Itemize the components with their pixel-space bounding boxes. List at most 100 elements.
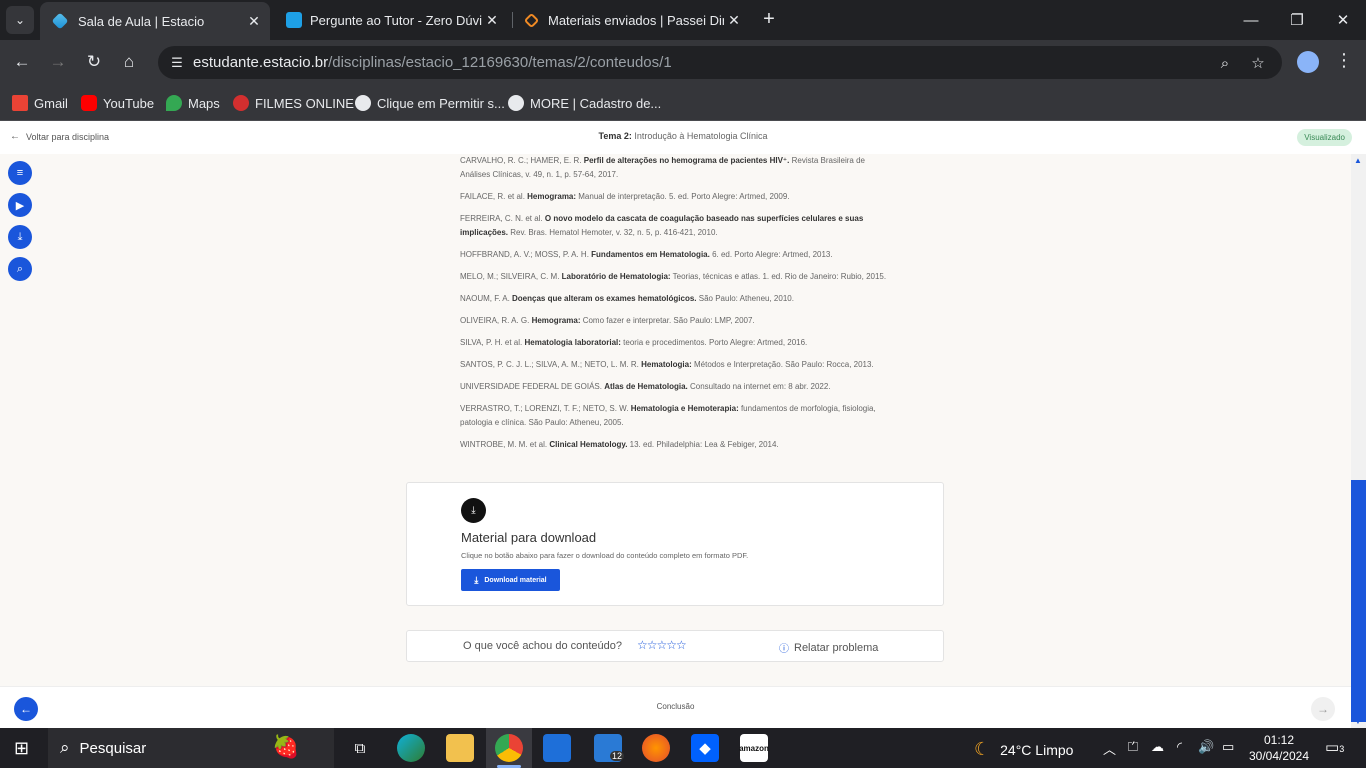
edge-icon[interactable] (397, 734, 425, 762)
reference-item: HOFFBRAND, A. V.; MOSS, P. A. H. Fundame… (460, 250, 833, 259)
reference-item: FAILACE, R. et al. Hemograma: Manual de … (460, 192, 790, 201)
scrollbar-thumb[interactable] (1351, 480, 1366, 722)
dropbox-icon[interactable]: ◆ (691, 734, 719, 762)
download-material-button[interactable]: ⤓ Download material (461, 569, 560, 591)
menu-icon[interactable]: ⋮ (1332, 50, 1356, 74)
notifications-icon[interactable]: ▭3 (1325, 738, 1344, 756)
reference-item: NAOUM, F. A. Doenças que alteram os exam… (460, 294, 794, 303)
tab-bar: ⌄ Sala de Aula | Estacio ✕ Pergunte ao T… (0, 0, 1366, 40)
restore-icon[interactable]: ❐ (1274, 0, 1320, 40)
download-card: ⤓ Material para download Clique no botão… (406, 482, 944, 606)
download-icon: ⤓ (474, 574, 479, 585)
store-icon[interactable] (543, 734, 571, 762)
usb-icon[interactable]: ⏍ (1128, 739, 1138, 755)
onedrive-icon[interactable]: ☁ (1151, 739, 1164, 755)
chevron-up-icon[interactable]: ︿ (1103, 739, 1116, 758)
firefox-icon[interactable] (642, 734, 670, 762)
windows-taskbar: ⊞ ⌕ Pesquisar 🍓 ⧉ 12 ◆ amazon ☾ 24°C Lim… (0, 728, 1366, 768)
strawberry-icon: 🍓 (272, 734, 300, 759)
scroll-up-icon[interactable]: ▲ (1354, 156, 1362, 165)
tab-search-button[interactable]: ⌄ (6, 6, 34, 34)
taskbar-clock[interactable]: 01:12 30/04/2024 (1247, 732, 1311, 764)
search-icon: ⌕ (16, 262, 24, 275)
site-info-icon[interactable]: ☰ (166, 52, 188, 74)
content-footer: ← Conclusão → (0, 686, 1351, 728)
references-list: CARVALHO, R. C.; HAMER, E. R. Perfil de … (460, 154, 890, 460)
tab-passei-direto[interactable]: Materiais enviados | Passei Dire ✕ (512, 0, 750, 40)
notif-count: 3 (1339, 744, 1345, 754)
reference-item: SILVA, P. H. et al. Hematologia laborato… (460, 338, 808, 347)
menu-list-button[interactable]: ≡ (8, 161, 32, 185)
moon-icon: ☾ (974, 739, 991, 759)
report-problem-link[interactable]: ⓘ Relatar problema (779, 640, 878, 656)
back-icon[interactable]: ← (8, 48, 36, 76)
minimize-icon[interactable]: — (1228, 0, 1274, 40)
tab-title: Sala de Aula | Estacio (78, 13, 205, 29)
forward-icon[interactable]: → (44, 48, 72, 76)
list-icon: ≡ (16, 167, 24, 179)
file-explorer-icon[interactable] (446, 734, 474, 762)
youtube-icon (81, 95, 97, 111)
status-badge: Visualizado (1297, 129, 1352, 146)
download-title: Material para download (461, 530, 597, 545)
home-icon[interactable]: ⌂ (115, 48, 143, 76)
next-button[interactable]: → (1311, 697, 1335, 721)
address-bar[interactable]: ☰ estudante.estacio.br/disciplinas/estac… (158, 46, 1282, 79)
windows-start-icon[interactable]: ⊞ (14, 738, 34, 758)
info-icon: ⓘ (779, 644, 789, 655)
rating-question: O que você achou do conteúdo? (463, 640, 623, 652)
passeidireto-icon (523, 12, 540, 28)
battery-icon[interactable]: ▭ (1222, 739, 1234, 755)
close-tab-icon[interactable]: ✕ (724, 12, 744, 29)
maps-icon (166, 95, 182, 111)
download-description: Clique no botão abaixo para fazer o down… (461, 551, 749, 560)
bookmark-gmail[interactable]: Gmail (12, 93, 68, 113)
arrow-right-icon: → (1317, 702, 1329, 716)
zoom-icon[interactable]: ⌕ (1214, 52, 1236, 74)
scroll-down-icon[interactable]: ▼ (1354, 717, 1362, 726)
bookmark-maps[interactable]: Maps (166, 93, 220, 113)
browser-toolbar: ← → ↻ ⌂ ☰ estudante.estacio.br/disciplin… (0, 40, 1366, 85)
play-icon: ▶ (15, 199, 25, 212)
search-icon: ⌕ (60, 738, 70, 757)
wifi-icon[interactable]: ◜ (1177, 739, 1182, 755)
tab-title: Pergunte ao Tutor - Zero Dúvid (310, 12, 482, 28)
content-area: ≡ ▶ ⤓ ⌕ CARVALHO, R. C.; HAMER, E. R. Pe… (0, 154, 1351, 686)
download-side-button[interactable]: ⤓ (8, 225, 32, 249)
close-tab-icon[interactable]: ✕ (244, 13, 264, 30)
profile-avatar[interactable] (1297, 51, 1319, 73)
reference-item: CARVALHO, R. C.; HAMER, E. R. Perfil de … (460, 156, 865, 179)
section-label: Conclusão (656, 702, 695, 711)
chrome-icon[interactable] (495, 734, 523, 762)
weather-widget[interactable]: ☾ 24°C Limpo (974, 739, 1073, 760)
close-window-icon[interactable]: ✕ (1320, 0, 1366, 40)
tab-title: Materiais enviados | Passei Dire (548, 12, 724, 28)
reference-item: SANTOS, P. C. J. L.; SILVA, A. M.; NETO,… (460, 360, 874, 369)
bookmarks-bar: Gmail YouTube Maps FILMES ONLINE Clique … (0, 85, 1366, 121)
tab-pergunte-tutor[interactable]: Pergunte ao Tutor - Zero Dúvid ✕ (274, 0, 508, 40)
bookmark-clique-permitir[interactable]: Clique em Permitir s... (355, 93, 505, 113)
globe-icon (508, 95, 524, 111)
bookmark-more-cadastro[interactable]: MORE | Cadastro de... (508, 93, 661, 113)
bookmark-star-icon[interactable]: ☆ (1247, 52, 1269, 74)
reload-icon[interactable]: ↻ (80, 48, 108, 76)
task-view-icon[interactable]: ⧉ (346, 734, 374, 762)
rating-stars[interactable]: ☆☆☆☆☆ (637, 638, 687, 652)
rating-bar: O que você achou do conteúdo? ☆☆☆☆☆ ⓘ Re… (406, 630, 944, 662)
bookmark-filmes-online[interactable]: FILMES ONLINE (233, 93, 354, 113)
tab-sala-de-aula[interactable]: Sala de Aula | Estacio ✕ (40, 2, 270, 40)
volume-icon[interactable]: 🔊 (1198, 739, 1214, 755)
globe-icon (355, 95, 371, 111)
close-tab-icon[interactable]: ✕ (482, 12, 502, 29)
search-side-button[interactable]: ⌕ (8, 257, 32, 281)
filmes-icon (233, 95, 249, 111)
url-text[interactable]: estudante.estacio.br/disciplinas/estacio… (193, 54, 672, 71)
amazon-icon[interactable]: amazon (739, 734, 769, 762)
mail-icon[interactable]: 12 (594, 734, 625, 762)
new-tab-button[interactable]: + (758, 8, 780, 30)
page-scrollbar[interactable]: ▲ ▼ (1351, 154, 1366, 728)
reference-item: MELO, M.; SILVEIRA, C. M. Laboratório de… (460, 272, 887, 281)
play-button[interactable]: ▶ (8, 193, 32, 217)
bookmark-youtube[interactable]: YouTube (81, 93, 154, 113)
taskbar-search[interactable]: ⌕ Pesquisar 🍓 (48, 728, 334, 768)
